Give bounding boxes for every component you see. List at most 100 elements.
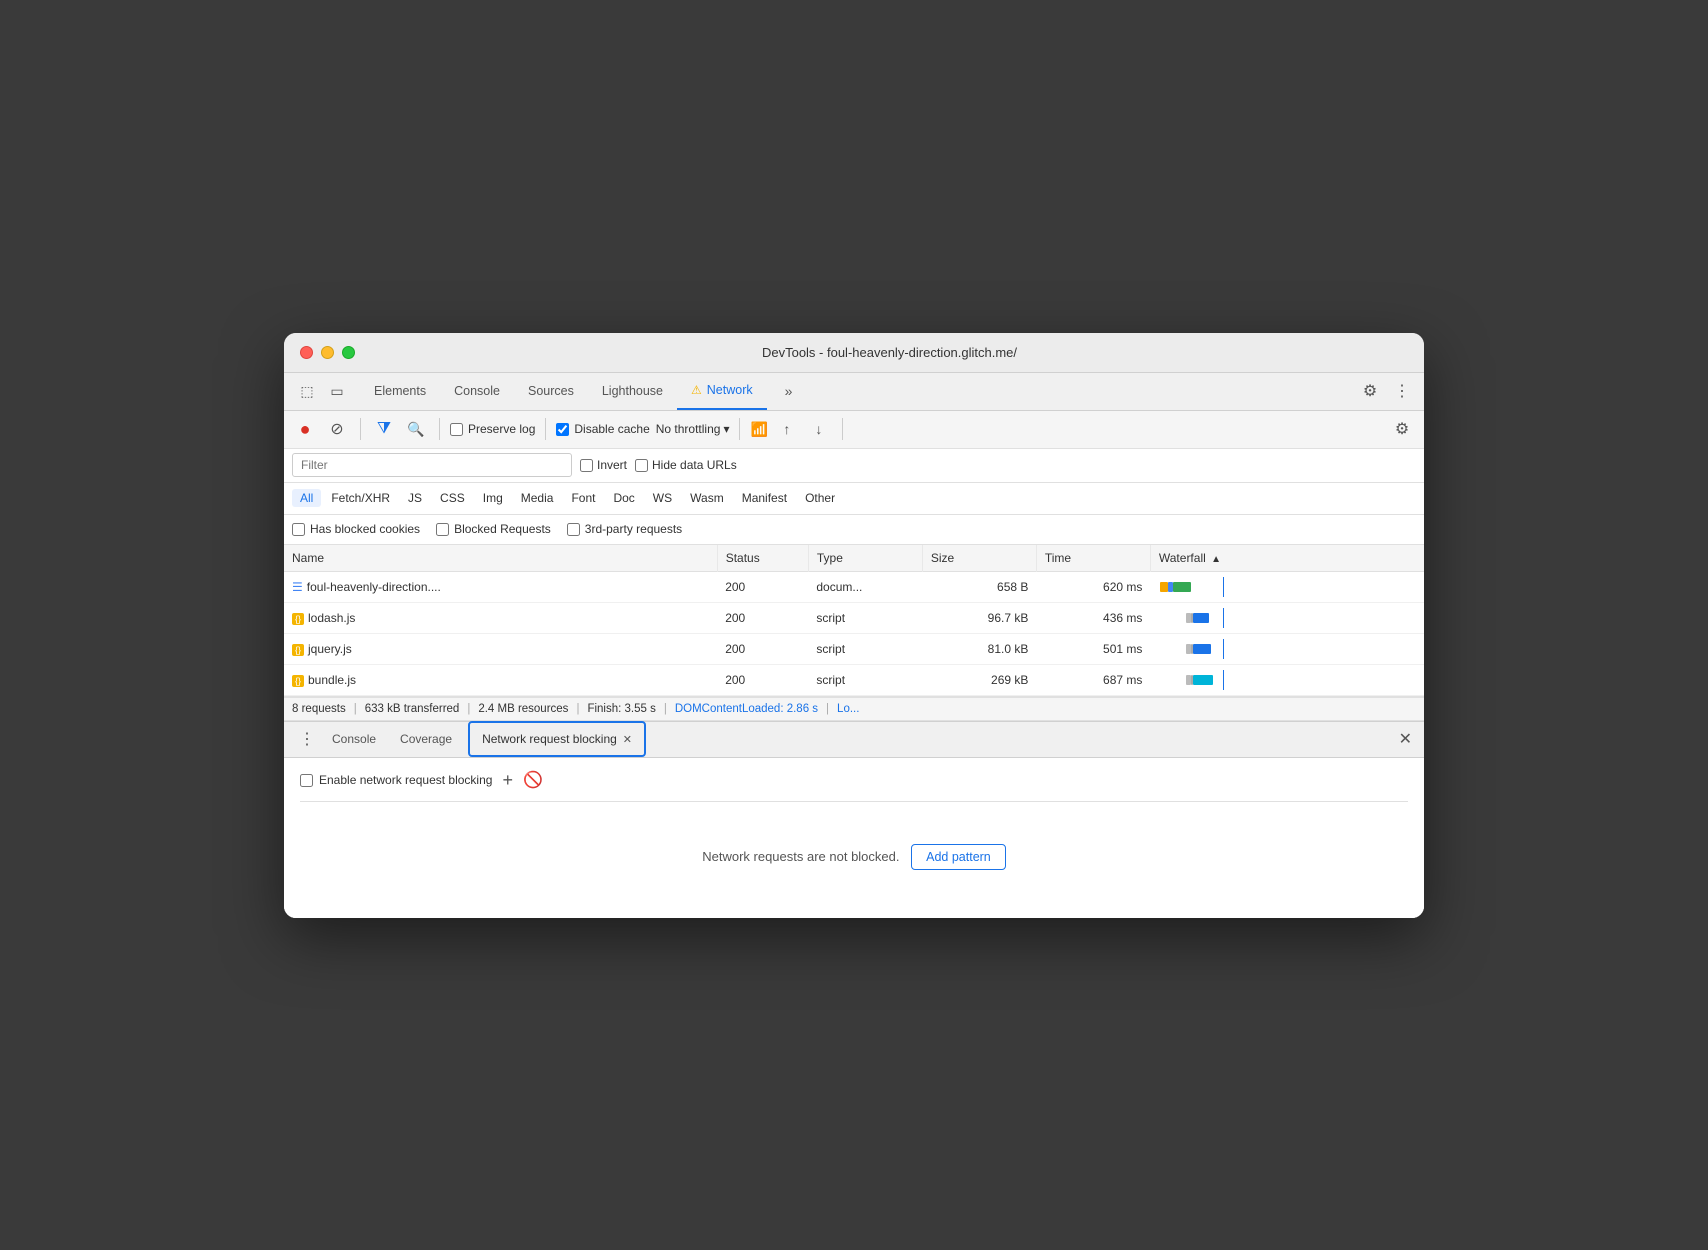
- col-waterfall[interactable]: Waterfall ▲: [1150, 545, 1424, 572]
- col-type[interactable]: Type: [808, 545, 922, 572]
- third-party-requests-label[interactable]: 3rd-party requests: [567, 522, 682, 536]
- invert-checkbox-label[interactable]: Invert: [580, 458, 627, 472]
- type-all[interactable]: All: [292, 489, 321, 507]
- type-fetch-xhr[interactable]: Fetch/XHR: [323, 489, 398, 507]
- type-doc[interactable]: Doc: [605, 489, 642, 507]
- cursor-icon[interactable]: ⬚: [292, 376, 322, 406]
- col-status[interactable]: Status: [717, 545, 808, 572]
- tab-console[interactable]: Console: [440, 372, 514, 410]
- bottom-tab-console[interactable]: Console: [320, 721, 388, 757]
- type-js[interactable]: JS: [400, 489, 430, 507]
- blocked-requests-label[interactable]: Blocked Requests: [436, 522, 551, 536]
- filter-bar: Invert Hide data URLs: [284, 449, 1424, 483]
- toolbar-separator-2: [439, 418, 440, 440]
- bottom-more-button[interactable]: ⋮: [294, 726, 320, 752]
- invert-checkbox[interactable]: [580, 459, 593, 472]
- bottom-tab-coverage[interactable]: Coverage: [388, 721, 464, 757]
- search-button[interactable]: 🔍: [403, 416, 429, 442]
- type-img[interactable]: Img: [475, 489, 511, 507]
- disable-cache-label[interactable]: Disable cache: [556, 422, 649, 436]
- more-menu-button[interactable]: ⋮: [1388, 377, 1416, 405]
- type-filter-bar: All Fetch/XHR JS CSS Img Media Font Doc …: [284, 483, 1424, 515]
- toolbar-separator-4: [739, 418, 740, 440]
- status-bar: 8 requests | 633 kB transferred | 2.4 MB…: [284, 697, 1424, 721]
- bottom-tabs-bar: ⋮ Console Coverage Network request block…: [284, 722, 1424, 758]
- network-table: Name Status Type Size Time Waterfall ▲ ☰…: [284, 545, 1424, 696]
- table-row[interactable]: {}bundle.js200script269 kB687 ms: [284, 664, 1424, 695]
- type-manifest[interactable]: Manifest: [734, 489, 795, 507]
- tabs-bar: ⬚ ▭ Elements Console Sources Lighthouse …: [284, 373, 1424, 411]
- network-table-wrap: Name Status Type Size Time Waterfall ▲ ☰…: [284, 545, 1424, 697]
- devtools-window: DevTools - foul-heavenly-direction.glitc…: [284, 333, 1424, 918]
- maximize-button[interactable]: [342, 346, 355, 359]
- tab-lighthouse[interactable]: Lighthouse: [588, 372, 677, 410]
- type-wasm[interactable]: Wasm: [682, 489, 732, 507]
- table-header-row: Name Status Type Size Time Waterfall ▲: [284, 545, 1424, 572]
- type-font[interactable]: Font: [563, 489, 603, 507]
- toolbar-separator-3: [545, 418, 546, 440]
- empty-message: Network requests are not blocked. Add pa…: [300, 814, 1408, 886]
- sort-arrow-icon: ▲: [1211, 554, 1221, 565]
- type-other[interactable]: Other: [797, 489, 843, 507]
- blocking-panel: Enable network request blocking + 🚫 Netw…: [284, 758, 1424, 918]
- throttle-select[interactable]: No throttling ▾: [656, 422, 730, 436]
- download-icon[interactable]: ↓: [806, 416, 832, 442]
- block-all-icon[interactable]: 🚫: [523, 770, 543, 790]
- col-size[interactable]: Size: [922, 545, 1036, 572]
- more-tabs-button[interactable]: »: [771, 372, 807, 410]
- third-party-requests-checkbox[interactable]: [567, 523, 580, 536]
- script-icon: {}: [292, 611, 304, 625]
- close-button[interactable]: [300, 346, 313, 359]
- add-icon[interactable]: +: [502, 770, 513, 791]
- upload-icon[interactable]: ↑: [774, 416, 800, 442]
- has-blocked-cookies-checkbox[interactable]: [292, 523, 305, 536]
- window-title: DevTools - foul-heavenly-direction.glitc…: [371, 345, 1408, 360]
- table-row[interactable]: {}lodash.js200script96.7 kB436 ms: [284, 602, 1424, 633]
- devtools-body: ⬚ ▭ Elements Console Sources Lighthouse …: [284, 373, 1424, 918]
- tabs-right: ⚙ ⋮: [1356, 377, 1416, 405]
- title-bar: DevTools - foul-heavenly-direction.glitc…: [284, 333, 1424, 373]
- hide-data-urls-label[interactable]: Hide data URLs: [635, 458, 737, 472]
- tab-elements[interactable]: Elements: [360, 372, 440, 410]
- script-icon: {}: [292, 673, 304, 687]
- bottom-panel: ⋮ Console Coverage Network request block…: [284, 721, 1424, 918]
- col-name[interactable]: Name: [284, 545, 717, 572]
- filter-input[interactable]: [292, 453, 572, 477]
- bottom-tab-network-request-blocking[interactable]: Network request blocking ✕: [468, 721, 646, 757]
- toolbar-separator-5: [842, 418, 843, 440]
- type-ws[interactable]: WS: [645, 489, 680, 507]
- wifi-icon: 📶: [750, 421, 767, 438]
- preserve-log-label[interactable]: Preserve log: [450, 422, 535, 436]
- enable-blocking-label[interactable]: Enable network request blocking: [300, 773, 492, 787]
- preserve-log-checkbox[interactable]: [450, 423, 463, 436]
- toolbar-separator-1: [360, 418, 361, 440]
- blocking-enable-row: Enable network request blocking + 🚫: [300, 770, 1408, 802]
- blocked-requests-checkbox[interactable]: [436, 523, 449, 536]
- disable-cache-checkbox[interactable]: [556, 423, 569, 436]
- table-row[interactable]: {}jquery.js200script81.0 kB501 ms: [284, 633, 1424, 664]
- col-time[interactable]: Time: [1036, 545, 1150, 572]
- settings-button[interactable]: ⚙: [1356, 377, 1384, 405]
- device-icon[interactable]: ▭: [322, 376, 352, 406]
- hide-data-urls-checkbox[interactable]: [635, 459, 648, 472]
- filter-toggle[interactable]: ⧩: [371, 416, 397, 442]
- add-pattern-button[interactable]: Add pattern: [911, 844, 1006, 870]
- network-table-body: ☰foul-heavenly-direction....200docum...6…: [284, 571, 1424, 695]
- tab-sources[interactable]: Sources: [514, 372, 588, 410]
- doc-icon: ☰: [292, 580, 303, 594]
- close-tab-icon[interactable]: ✕: [623, 733, 632, 746]
- minimize-button[interactable]: [321, 346, 334, 359]
- record-button[interactable]: ●: [292, 416, 318, 442]
- traffic-lights: [300, 346, 355, 359]
- network-settings-button[interactable]: ⚙: [1388, 415, 1416, 443]
- tab-network[interactable]: ⚠ Network: [677, 372, 767, 410]
- tab-icons: ⬚ ▭: [292, 376, 352, 406]
- type-media[interactable]: Media: [513, 489, 562, 507]
- has-blocked-cookies-label[interactable]: Has blocked cookies: [292, 522, 420, 536]
- close-panel-button[interactable]: ✕: [1395, 729, 1416, 749]
- checkboxes-row: Has blocked cookies Blocked Requests 3rd…: [284, 515, 1424, 545]
- table-row[interactable]: ☰foul-heavenly-direction....200docum...6…: [284, 571, 1424, 602]
- type-css[interactable]: CSS: [432, 489, 473, 507]
- enable-blocking-checkbox[interactable]: [300, 774, 313, 787]
- clear-button[interactable]: ⊘: [324, 416, 350, 442]
